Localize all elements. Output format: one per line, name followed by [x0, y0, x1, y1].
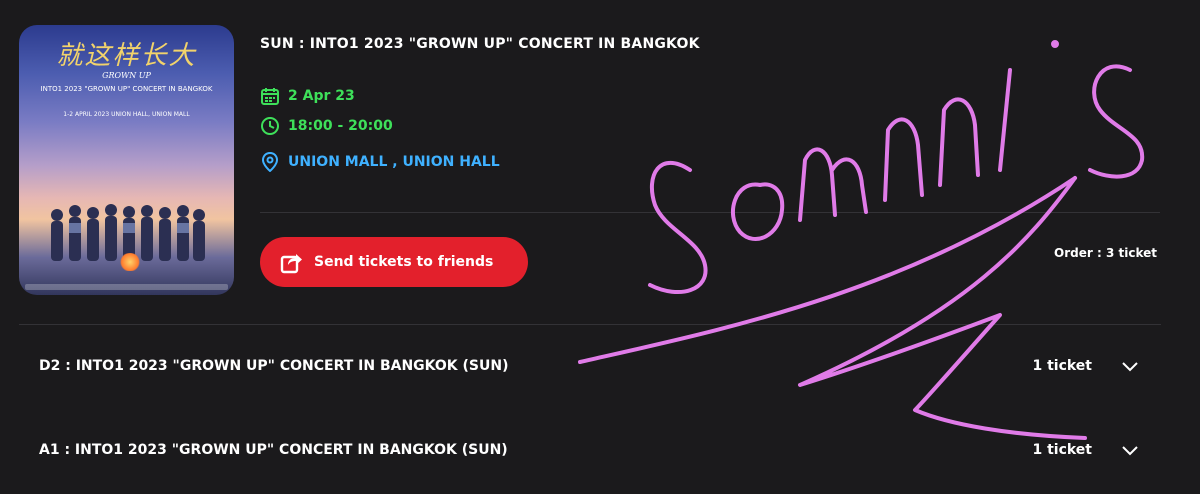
chevron-down-icon[interactable]	[1119, 356, 1141, 378]
share-arrow-icon	[280, 254, 302, 274]
location-pin-icon	[261, 152, 279, 172]
event-venue-row: UNION MALL , UNION HALL	[260, 152, 500, 172]
ticket-row[interactable]: A1 : INTO1 2023 "GROWN UP" CONCERT IN BA…	[19, 432, 1159, 472]
poster-campfire	[119, 253, 141, 271]
event-date-row: 2 Apr 23	[260, 86, 355, 106]
calendar-icon	[261, 88, 279, 105]
ticket-name: D2 : INTO1 2023 "GROWN UP" CONCERT IN BA…	[39, 358, 509, 374]
poster-chinese-title: 就这样长大	[56, 41, 197, 71]
info-divider	[260, 212, 1160, 213]
send-tickets-label: Send tickets to friends	[314, 254, 494, 270]
section-divider	[19, 324, 1161, 325]
ticket-row[interactable]: D2 : INTO1 2023 "GROWN UP" CONCERT IN BA…	[19, 348, 1159, 388]
poster-group-silhouette	[51, 204, 205, 261]
send-tickets-button[interactable]: Send tickets to friends	[260, 237, 528, 287]
poster-grown-up-logo: GROWN UP	[102, 71, 151, 80]
ticket-name: A1 : INTO1 2023 "GROWN UP" CONCERT IN BA…	[39, 442, 508, 458]
order-count: Order : 3 ticket	[1054, 246, 1157, 260]
poster-date-venue: 1-2 APRIL 2023 UNION HALL, UNION MALL	[63, 111, 190, 118]
event-date: 2 Apr 23	[288, 88, 355, 104]
chevron-down-icon[interactable]	[1119, 440, 1141, 462]
event-time: 18:00 - 20:00	[288, 118, 393, 134]
event-venue: UNION MALL , UNION HALL	[288, 154, 500, 170]
event-time-row: 18:00 - 20:00	[260, 116, 393, 136]
event-title: SUN : INTO1 2023 "GROWN UP" CONCERT IN B…	[260, 36, 700, 52]
poster-concert-title: INTO1 2023 "GROWN UP" CONCERT IN BANGKOK	[40, 85, 213, 93]
event-poster-image: 就这样长大 GROWN UP INTO1 2023 "GROWN UP" CON…	[19, 25, 234, 295]
ticket-count: 1 ticket	[1032, 358, 1092, 374]
clock-icon	[261, 117, 279, 135]
ticket-count: 1 ticket	[1032, 442, 1092, 458]
poster-sponsor-strip	[25, 284, 228, 290]
